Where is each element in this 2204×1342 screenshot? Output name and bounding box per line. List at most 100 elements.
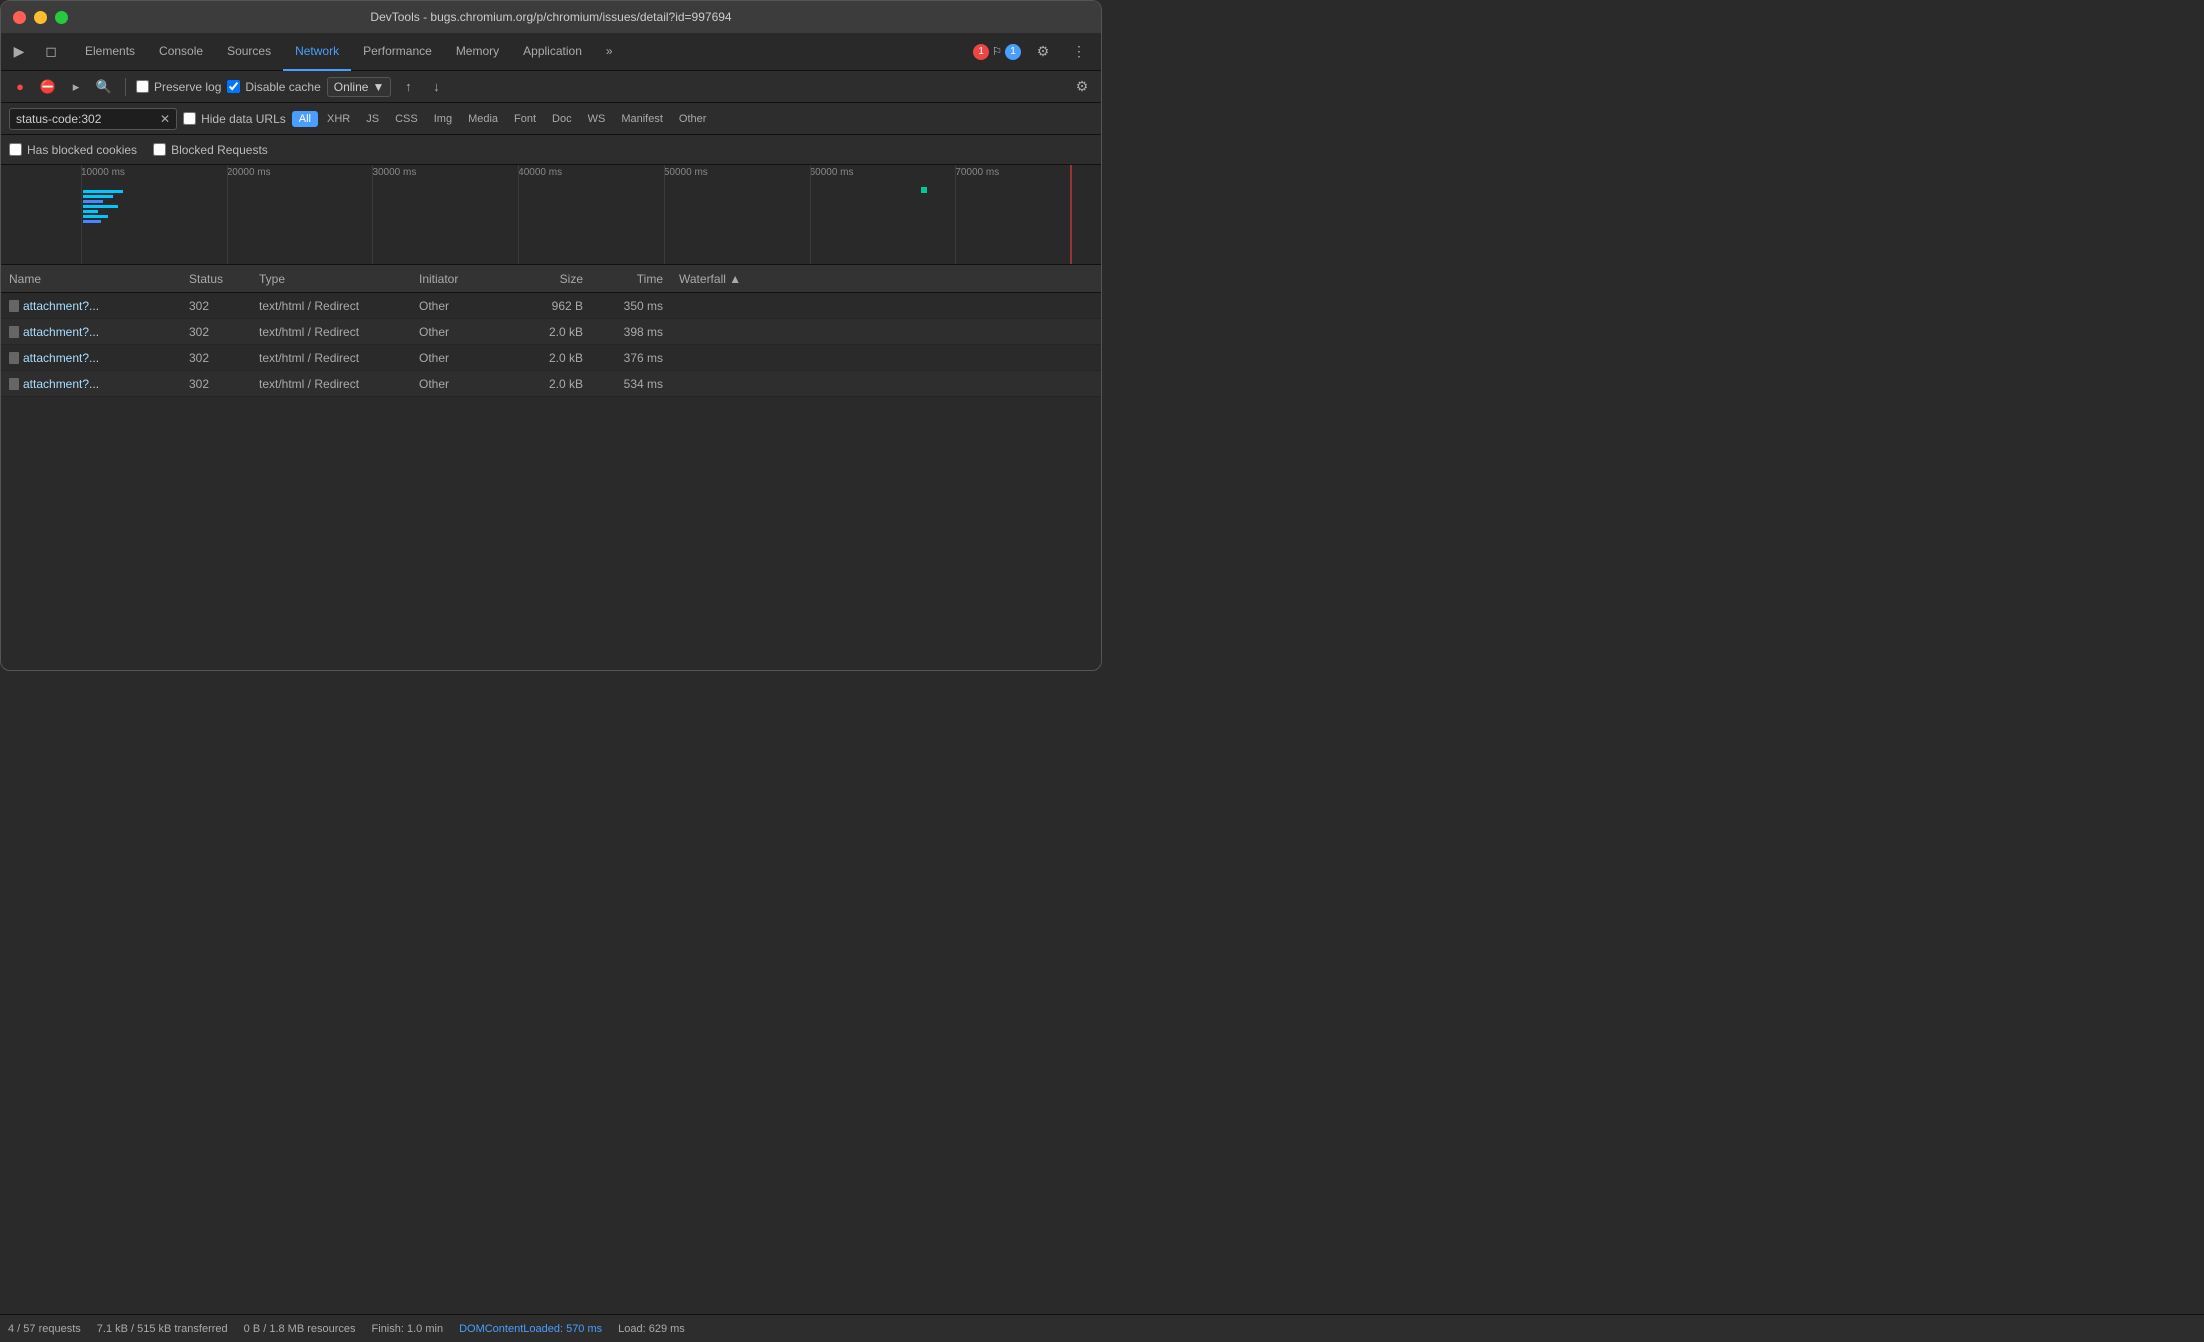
file-icon: [9, 378, 19, 390]
more-menu-icon[interactable]: ⋮: [1065, 38, 1093, 66]
hide-data-urls-checkbox[interactable]: [183, 112, 196, 125]
table-row[interactable]: attachment?... 302 text/html / Redirect …: [1, 345, 1101, 371]
download-icon[interactable]: ↓: [425, 76, 447, 98]
cell-name: attachment?...: [1, 299, 181, 313]
finish-time: Finish: 1.0 min: [372, 1323, 444, 1335]
throttle-select[interactable]: Online ▼: [327, 77, 392, 97]
tab-application[interactable]: Application: [511, 33, 594, 71]
filter-tab-font[interactable]: Font: [507, 111, 543, 127]
status-bar: 4 / 57 requests 7.1 kB / 515 kB transfer…: [0, 1314, 2204, 1342]
table-row[interactable]: attachment?... 302 text/html / Redirect …: [1, 319, 1101, 345]
cell-time: 398 ms: [591, 325, 671, 339]
traffic-lights: [13, 11, 68, 24]
filter-tab-doc[interactable]: Doc: [545, 111, 579, 127]
filter-tab-js[interactable]: JS: [359, 111, 386, 127]
cell-initiator: Other: [411, 377, 511, 391]
th-size[interactable]: Size: [511, 272, 591, 286]
hide-data-urls-label[interactable]: Hide data URLs: [183, 112, 286, 126]
search-icon[interactable]: 🔍: [93, 76, 115, 98]
cell-size: 2.0 kB: [511, 351, 591, 365]
tab-more[interactable]: »: [594, 33, 625, 71]
maximize-button[interactable]: [55, 11, 68, 24]
filter-tab-media[interactable]: Media: [461, 111, 505, 127]
tab-console[interactable]: Console: [147, 33, 215, 71]
clear-filter-icon[interactable]: ✕: [160, 112, 170, 126]
cell-type: text/html / Redirect: [251, 351, 411, 365]
filter-tab-img[interactable]: Img: [427, 111, 459, 127]
filter-tab-all[interactable]: All: [292, 111, 318, 127]
window-title: DevTools - bugs.chromium.org/p/chromium/…: [370, 10, 731, 24]
cell-status: 302: [181, 351, 251, 365]
device-icon[interactable]: ◻: [37, 38, 65, 66]
network-settings-icon[interactable]: ⚙: [1071, 76, 1093, 98]
th-type[interactable]: Type: [251, 272, 411, 286]
cursor-icon[interactable]: ▶: [5, 38, 33, 66]
filter-input[interactable]: [16, 112, 156, 126]
file-icon: [9, 300, 19, 312]
settings-icon[interactable]: ⚙: [1029, 38, 1057, 66]
cell-status: 302: [181, 377, 251, 391]
blocked-requests-label[interactable]: Blocked Requests: [153, 143, 268, 157]
tab-memory[interactable]: Memory: [444, 33, 511, 71]
tab-elements[interactable]: Elements: [73, 33, 147, 71]
th-time[interactable]: Time: [591, 272, 671, 286]
warning-icon: ⚐: [992, 45, 1002, 58]
file-icon: [9, 326, 19, 338]
devtools-tabs: ▶ ◻ Elements Console Sources Network Per…: [1, 33, 1101, 71]
table-row[interactable]: attachment?... 302 text/html / Redirect …: [1, 371, 1101, 397]
th-waterfall[interactable]: Waterfall ▲: [671, 272, 1101, 286]
th-name[interactable]: Name: [1, 272, 181, 286]
cell-type: text/html / Redirect: [251, 299, 411, 313]
filter-tab-ws[interactable]: WS: [581, 111, 613, 127]
cell-initiator: Other: [411, 299, 511, 313]
tab-performance[interactable]: Performance: [351, 33, 444, 71]
disable-cache-label[interactable]: Disable cache: [227, 80, 320, 94]
preserve-log-checkbox[interactable]: [136, 80, 149, 93]
requests-count: 4 / 57 requests: [8, 1323, 81, 1335]
cell-type: text/html / Redirect: [251, 377, 411, 391]
checkboxes-bar: Has blocked cookies Blocked Requests: [1, 135, 1101, 165]
upload-icon[interactable]: ↑: [397, 76, 419, 98]
close-button[interactable]: [13, 11, 26, 24]
filter-icon[interactable]: ▸: [65, 76, 87, 98]
toolbar-separator-1: [125, 78, 126, 96]
record-button[interactable]: ●: [9, 76, 31, 98]
th-status[interactable]: Status: [181, 272, 251, 286]
table-body: attachment?... 302 text/html / Redirect …: [1, 293, 1101, 397]
tabs-right: 1 ⚐ 1 ⚙ ⋮: [973, 38, 1101, 66]
error-count: 1: [973, 44, 989, 60]
cell-time: 350 ms: [591, 299, 671, 313]
filter-tab-manifest[interactable]: Manifest: [614, 111, 670, 127]
cell-size: 2.0 kB: [511, 377, 591, 391]
blocked-cookies-checkbox[interactable]: [9, 143, 22, 156]
cell-size: 2.0 kB: [511, 325, 591, 339]
cell-name: attachment?...: [1, 351, 181, 365]
table-header: Name Status Type Initiator Size Time Wat…: [1, 265, 1101, 293]
resources-size: 0 B / 1.8 MB resources: [244, 1323, 356, 1335]
blocked-requests-checkbox[interactable]: [153, 143, 166, 156]
minimize-button[interactable]: [34, 11, 47, 24]
cell-size: 962 B: [511, 299, 591, 313]
tab-icon-group: ▶ ◻: [5, 38, 65, 66]
cell-name: attachment?...: [1, 377, 181, 391]
file-icon: [9, 352, 19, 364]
network-toolbar: ● ⛔ ▸ 🔍 Preserve log Disable cache Onlin…: [1, 71, 1101, 103]
filter-tab-css[interactable]: CSS: [388, 111, 425, 127]
waterfall-timeline: 10000 ms 20000 ms 30000 ms 40000 ms 5000…: [1, 165, 1101, 265]
preserve-log-label[interactable]: Preserve log: [136, 80, 221, 94]
cell-status: 302: [181, 299, 251, 313]
filter-tab-xhr[interactable]: XHR: [320, 111, 357, 127]
cell-initiator: Other: [411, 351, 511, 365]
blocked-cookies-label[interactable]: Has blocked cookies: [9, 143, 137, 157]
timeline-svg: [1, 165, 1101, 264]
warning-count: 1: [1005, 44, 1021, 60]
tab-network[interactable]: Network: [283, 33, 351, 71]
filter-tab-other[interactable]: Other: [672, 111, 714, 127]
filter-input-wrap: ✕: [9, 108, 177, 130]
disable-cache-checkbox[interactable]: [227, 80, 240, 93]
th-initiator[interactable]: Initiator: [411, 272, 511, 286]
tab-sources[interactable]: Sources: [215, 33, 283, 71]
clear-button[interactable]: ⛔: [37, 76, 59, 98]
table-row[interactable]: attachment?... 302 text/html / Redirect …: [1, 293, 1101, 319]
transferred-size: 7.1 kB / 515 kB transferred: [97, 1323, 228, 1335]
